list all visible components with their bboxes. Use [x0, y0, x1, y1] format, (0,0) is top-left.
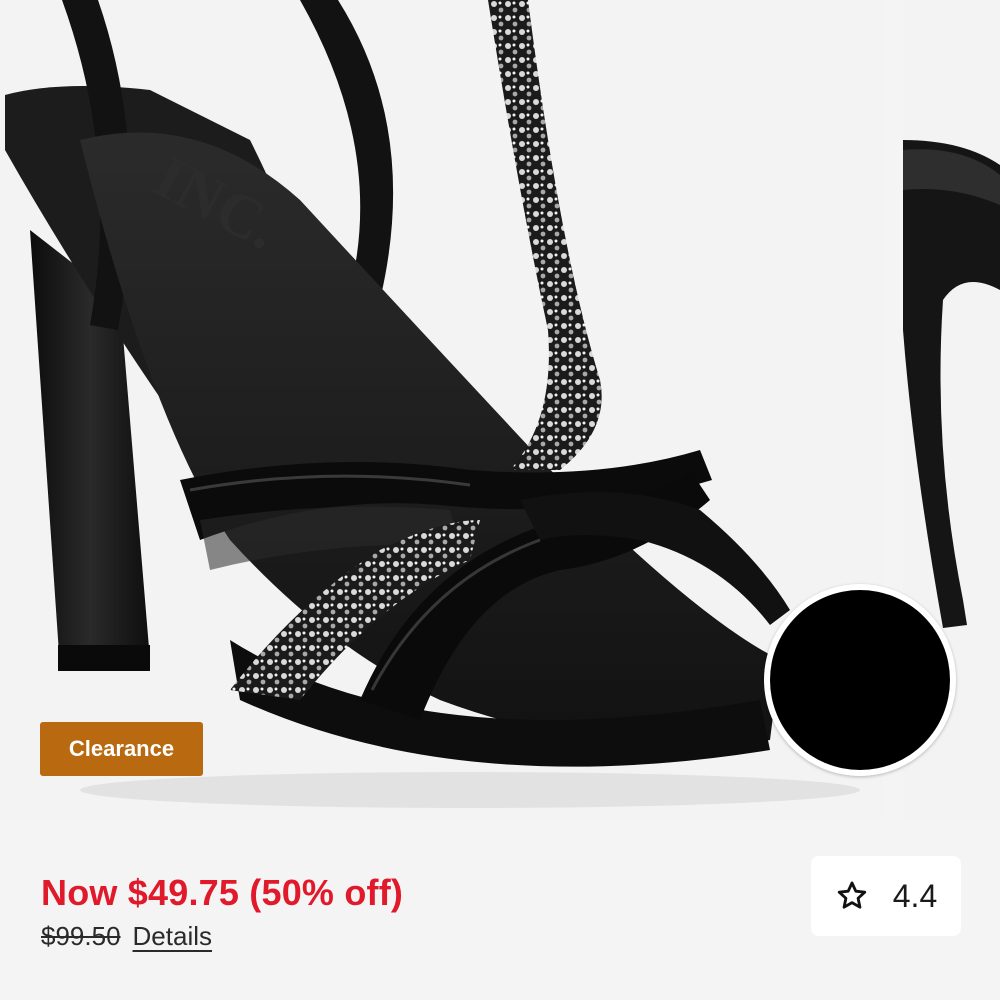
product-image-carousel[interactable]: INC. Clearance	[0, 0, 1000, 818]
color-swatch-black[interactable]	[764, 584, 956, 776]
product-info: Now $49.75 (50% off) $99.50 Details 4.4	[0, 818, 1000, 1000]
color-swatch-fill	[770, 590, 950, 770]
rating-value: 4.4	[892, 877, 938, 914]
product-image[interactable]: INC.	[0, 0, 883, 818]
details-link[interactable]: Details	[133, 921, 212, 952]
black-rhinestone-sandal-image: INC.	[0, 0, 883, 818]
clearance-badge: Clearance	[40, 722, 203, 776]
original-price: $99.50	[41, 921, 121, 951]
star-outline-icon	[837, 881, 866, 909]
sale-price: Now $49.75 (50% off)	[41, 872, 404, 913]
rating-button[interactable]: 4.4	[811, 856, 961, 936]
original-price-row: $99.50 Details	[41, 921, 212, 952]
